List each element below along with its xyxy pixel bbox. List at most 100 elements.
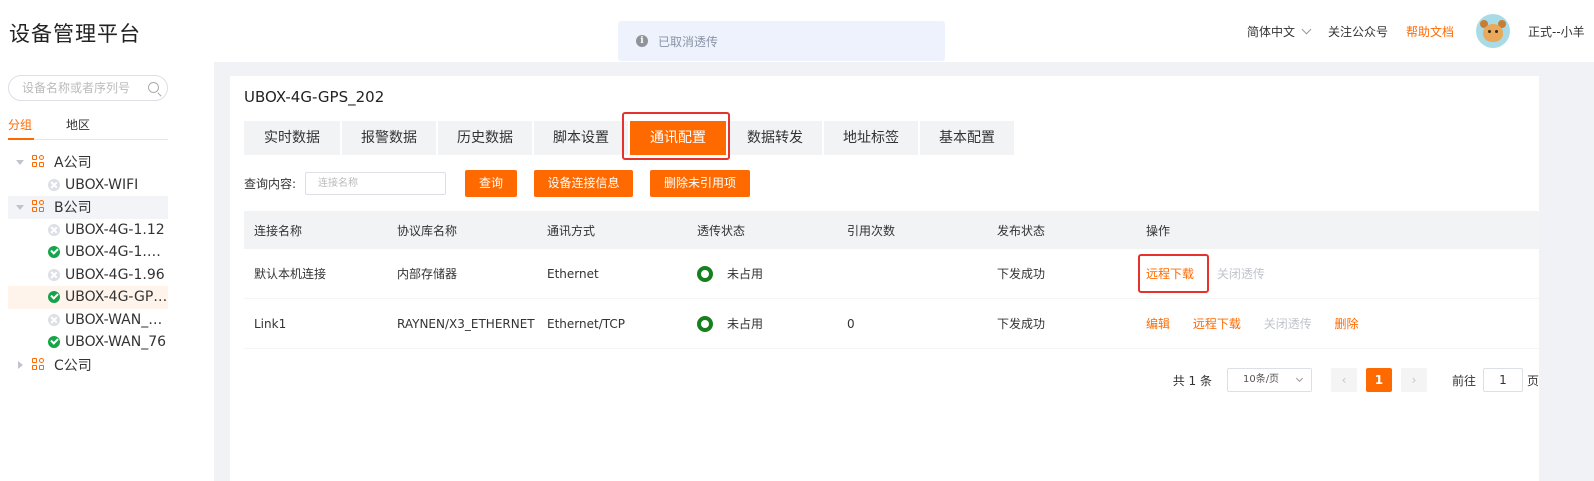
goto-page-input[interactable]: 1 (1482, 368, 1523, 392)
tab-history[interactable]: 历史数据 (438, 121, 532, 155)
query-bar: 查询内容: 连接名称 查询 设备连接信息 删除未引用项 (244, 169, 767, 197)
tree-group-a[interactable]: A公司 (8, 151, 168, 174)
avatar-face (1483, 24, 1503, 42)
connection-table: 连接名称 协议库名称 通讯方式 透传状态 引用次数 发布状态 操作 默认本机连接… (244, 211, 1539, 349)
tab-forwarding[interactable]: 数据转发 (728, 121, 822, 155)
delete-link[interactable]: 删除 (1335, 317, 1359, 331)
tree-device[interactable]: UBOX-4G-1.12 (8, 219, 168, 242)
cell-ops: 编辑 远程下载 关闭透传 删除 (1146, 315, 1539, 332)
column-header: 发布状态 (997, 223, 1046, 238)
caret-down-icon[interactable] (16, 159, 24, 165)
group-icon (32, 357, 46, 372)
main-panel: UBOX-4G-GPS_202 实时数据 报警数据 历史数据 脚本设置 通讯配置… (230, 76, 1539, 481)
tree-device-selected[interactable]: UBOX-4G-GPS… (8, 286, 168, 309)
remote-download-link[interactable]: 远程下载 (1193, 317, 1241, 331)
highlight-frame (1138, 254, 1209, 293)
cell-passthrough: 未占用 (697, 265, 847, 282)
chevron-down-icon (1295, 374, 1304, 383)
tree-label: UBOX-WAN_76 (65, 334, 167, 351)
top-bar: 设备管理平台 i 已取消透传 简体中文 关注公众号 帮助文档 正式--小羊 (0, 0, 1594, 62)
user-name[interactable]: 正式--小羊 (1528, 23, 1588, 40)
tab-region[interactable]: 地区 (66, 116, 90, 133)
column-header: 引用次数 (847, 223, 896, 238)
table-row: 默认本机连接 内部存储器 Ethernet 未占用 下发成功 远程下载 关闭透传 (244, 249, 1539, 299)
tab-basic[interactable]: 基本配置 (920, 121, 1014, 155)
tree-label: A公司 (54, 155, 92, 172)
follow-link[interactable]: 关注公众号 (1328, 23, 1388, 40)
column-header: 通讯方式 (547, 223, 596, 238)
tab-script[interactable]: 脚本设置 (534, 121, 628, 155)
avatar[interactable] (1476, 14, 1510, 48)
column-header: 操作 (1146, 223, 1171, 238)
goto-suffix: 页 (1526, 373, 1539, 388)
online-check-icon (48, 291, 60, 304)
query-button[interactable]: 查询 (465, 169, 518, 197)
tree-device[interactable]: UBOX-WIFI (8, 174, 168, 197)
offline-icon (48, 268, 60, 281)
delete-unused-button[interactable]: 删除未引用项 (650, 169, 751, 197)
connection-name-input[interactable]: 连接名称 (305, 171, 447, 195)
prev-page-button[interactable]: ‹ (1330, 368, 1357, 392)
help-docs-link[interactable]: 帮助文档 (1406, 23, 1454, 40)
tree-group-b[interactable]: B公司 (8, 196, 168, 219)
language-selector[interactable]: 简体中文 (1246, 23, 1312, 40)
tree-device[interactable]: UBOX-WAN_76 (8, 331, 168, 354)
edit-link[interactable]: 编辑 (1146, 317, 1170, 331)
tree-device[interactable]: UBOX-4G-1.96 (8, 264, 168, 287)
toast-message: i 已取消透传 (618, 21, 945, 61)
content-background (1539, 62, 1594, 481)
info-icon: i (636, 35, 648, 47)
search-placeholder: 设备名称或者序列号 (22, 81, 131, 95)
pagination: 共 1 条 10条/页 ‹ 1 › 前往 1 页 (1173, 368, 1539, 392)
query-label: 查询内容: (244, 176, 297, 191)
column-header: 协议库名称 (397, 223, 458, 238)
connection-info-button[interactable]: 设备连接信息 (534, 169, 634, 197)
next-page-button[interactable]: › (1400, 368, 1427, 392)
tree-label: UBOX-4G-GPS… (65, 289, 168, 306)
total-count: 共 1 条 (1172, 373, 1212, 388)
tree-group-c[interactable]: C公司 (8, 354, 168, 377)
header-actions: 简体中文 关注公众号 帮助文档 正式--小羊 (1247, 0, 1594, 62)
column-header: 透传状态 (697, 223, 746, 238)
close-passthrough-link[interactable]: 关闭透传 (1264, 317, 1312, 331)
offline-icon (48, 313, 60, 326)
cell-comm: Ethernet (547, 266, 599, 281)
tab-address-tags[interactable]: 地址标签 (824, 121, 918, 155)
tree-label: B公司 (54, 200, 92, 217)
avatar-eye (1488, 30, 1491, 33)
group-icon (32, 155, 46, 169)
page-size-select[interactable]: 10条/页 (1226, 368, 1312, 392)
cell-name: Link1 (254, 316, 287, 331)
close-passthrough-link[interactable]: 关闭透传 (1217, 267, 1265, 281)
app-title: 设备管理平台 (9, 22, 141, 46)
toast-text: 已取消透传 (658, 34, 719, 49)
cell-publish: 下发成功 (997, 267, 1046, 281)
avatar-eye (1495, 30, 1498, 33)
cell-passthrough: 未占用 (697, 315, 847, 332)
cell-comm: Ethernet/TCP (547, 316, 625, 331)
tab-alarm[interactable]: 报警数据 (342, 121, 436, 155)
tree-label: UBOX-4G-1.12 (65, 221, 165, 238)
caret-right-icon[interactable] (18, 360, 23, 369)
device-search-input[interactable]: 设备名称或者序列号 (8, 75, 168, 101)
page-size-value: 10条/页 (1242, 374, 1280, 385)
caret-down-icon[interactable] (16, 204, 24, 210)
cell-publish: 下发成功 (997, 317, 1046, 331)
tree-device[interactable]: UBOX-WAN_1.… (8, 309, 168, 332)
tab-group[interactable]: 分组 (8, 116, 35, 140)
tab-realtime[interactable]: 实时数据 (244, 121, 340, 155)
table-row: Link1 RAYNEN/X3_ETHERNET Ethernet/TCP 未占… (244, 299, 1539, 349)
tree-label: UBOX-WIFI (65, 176, 139, 193)
language-label: 简体中文 (1246, 24, 1295, 39)
device-tree: A公司 UBOX-WIFI B公司 UBOX-4G-1.12 UBOX-4G-1… (8, 151, 168, 376)
search-icon[interactable] (148, 82, 159, 93)
goto-prefix: 前往 (1451, 373, 1476, 388)
cell-name: 默认本机连接 (254, 267, 327, 281)
tree-label: UBOX-WAN_1.… (65, 311, 168, 328)
tree-device[interactable]: UBOX-4G-1.67… (8, 241, 168, 264)
page-number[interactable]: 1 (1365, 368, 1392, 392)
goto-page: 前往 1 页 (1452, 368, 1539, 392)
online-check-icon (48, 336, 60, 349)
online-check-icon (48, 246, 60, 259)
tree-label: UBOX-4G-1.67… (65, 244, 168, 261)
